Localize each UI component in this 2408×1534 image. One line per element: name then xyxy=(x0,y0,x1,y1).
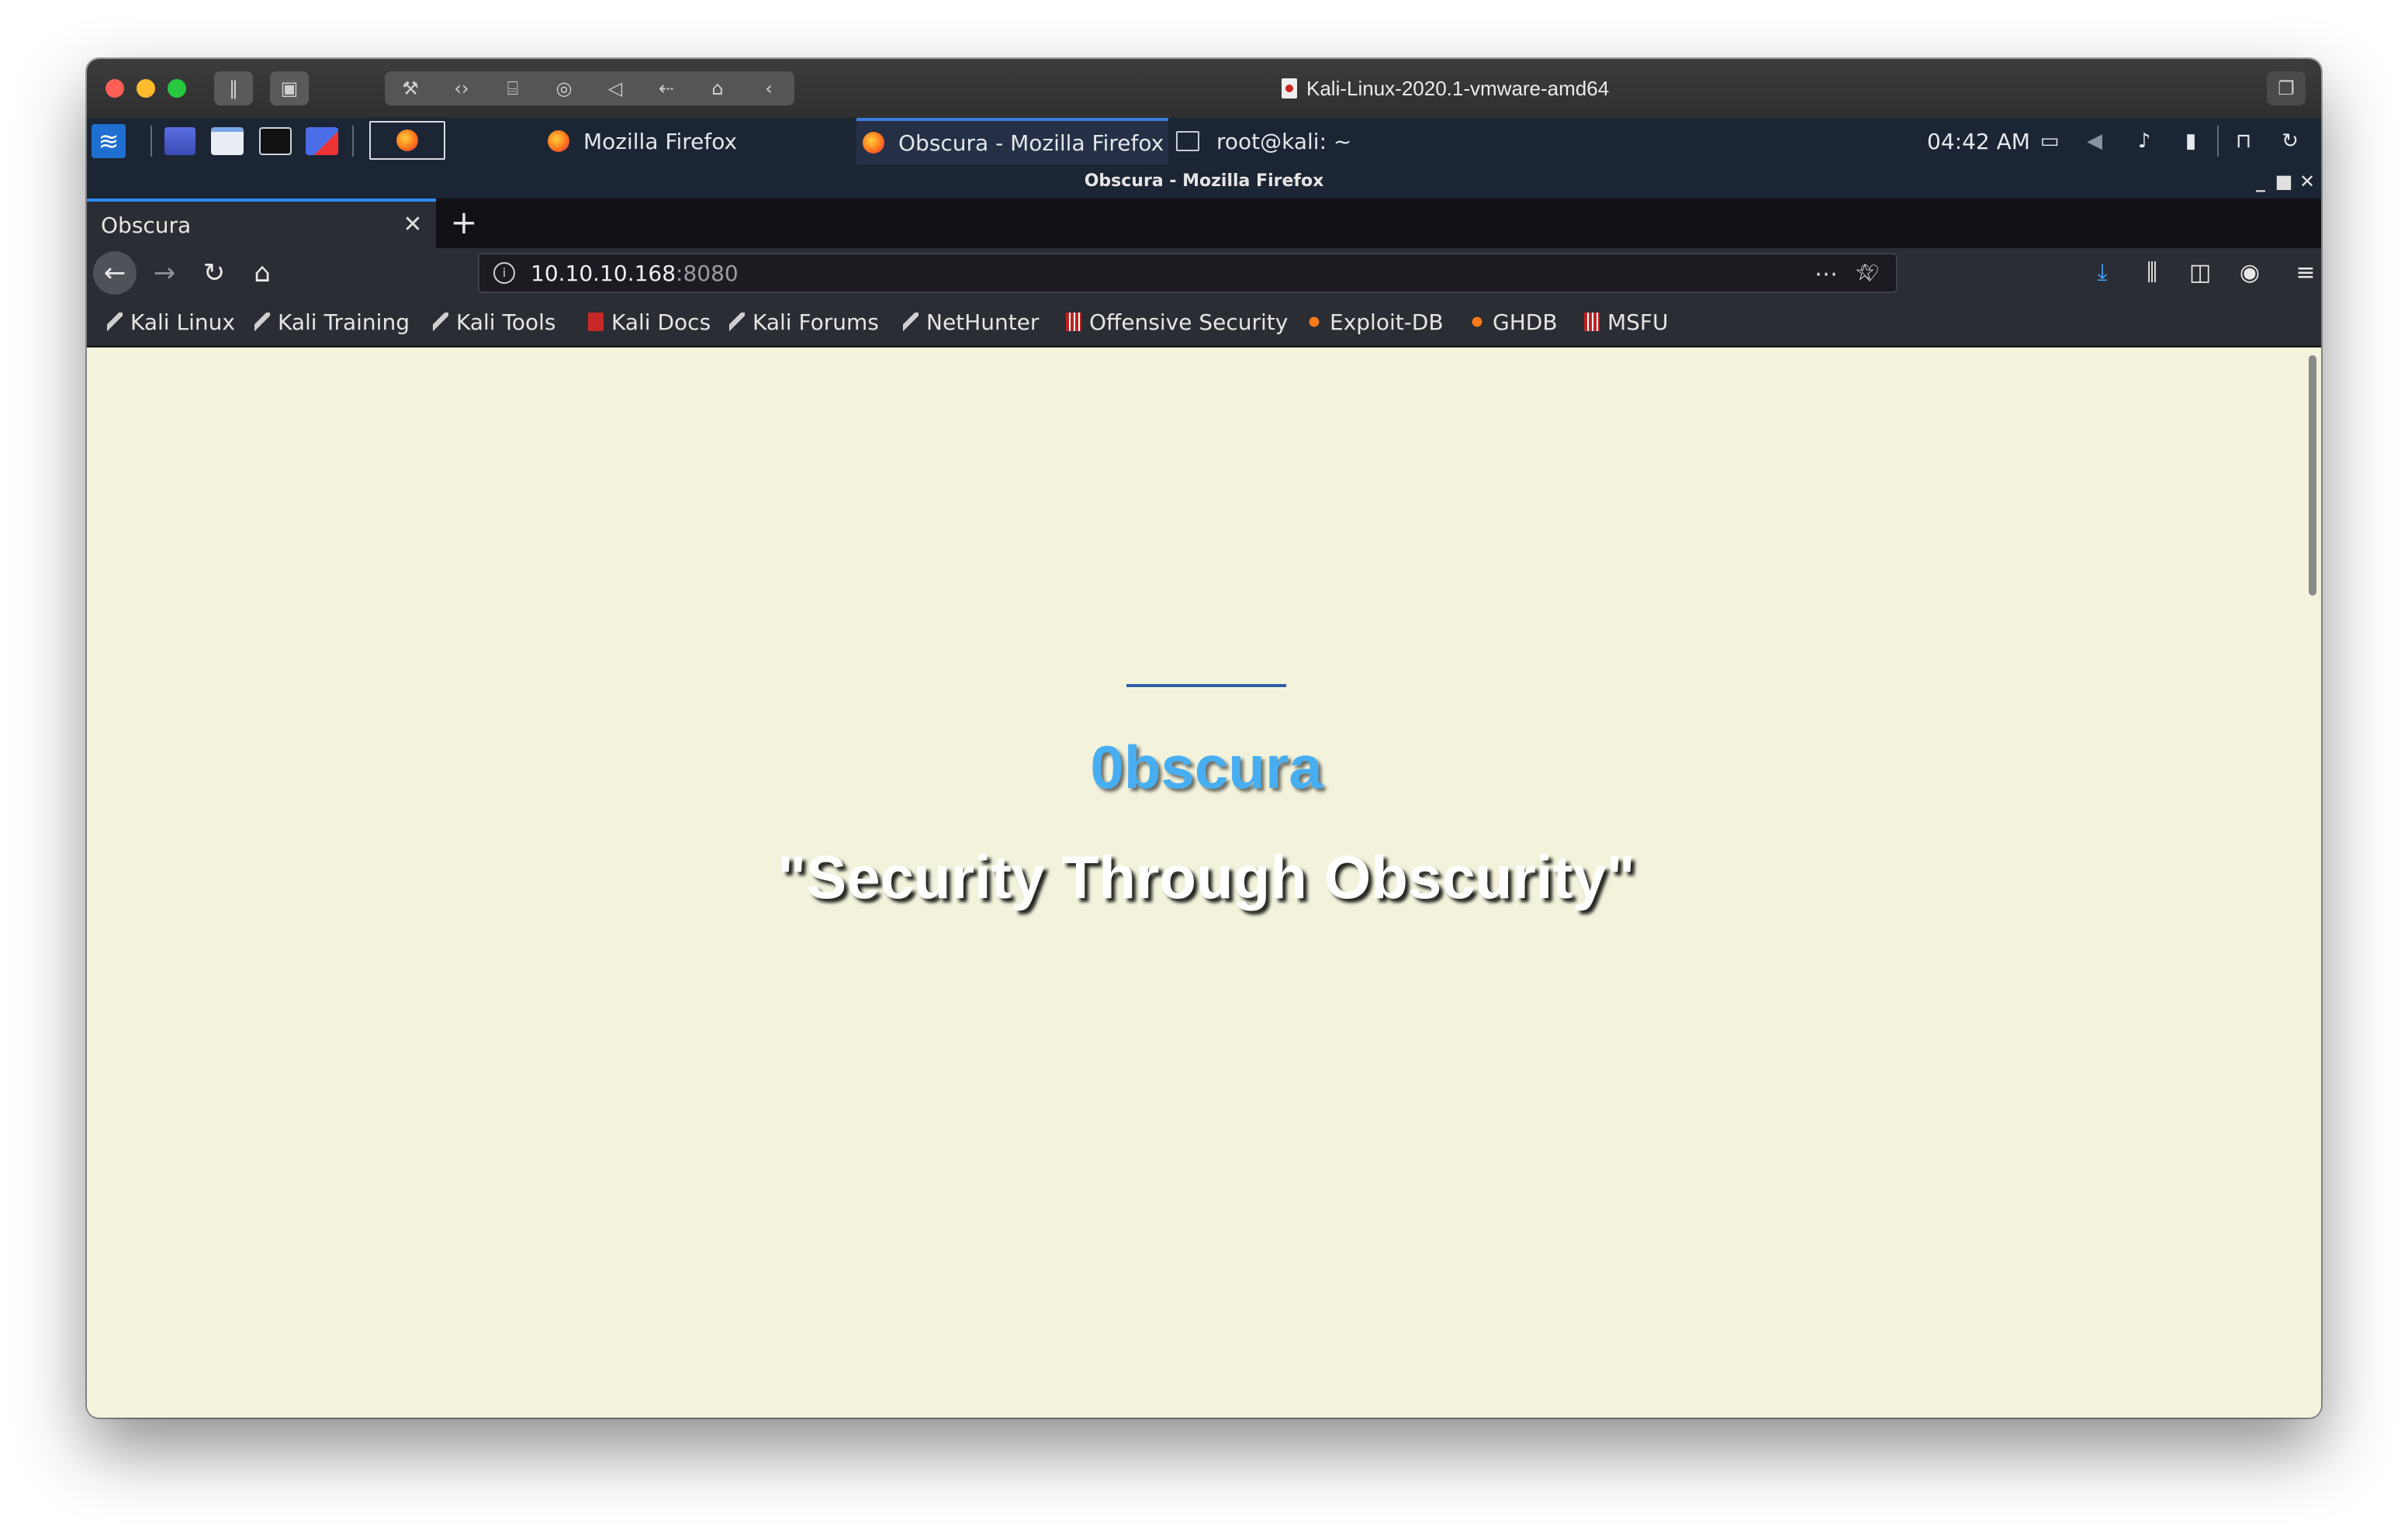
tab-obscura[interactable]: Obscura ✕ xyxy=(87,199,436,248)
nethunter-icon xyxy=(903,313,919,331)
home-button[interactable]: ⌂ xyxy=(244,254,281,292)
kali-dragon-icon xyxy=(729,313,745,331)
vm-titlebar: ‖ ▣ ⚒ ‹› ⌸ ◎ ◁ ⇠ ⌂ ‹ Kali-Linux-2020.1-v… xyxy=(87,59,2321,119)
hard-disk-icon[interactable]: ⌸ xyxy=(487,78,538,99)
bookmark-kali-linux[interactable]: Kali Linux xyxy=(107,298,235,346)
firefox-window-titlebar: Obscura - Mozilla Firefox _ ■ ✕ xyxy=(87,164,2321,199)
desktop-icon[interactable] xyxy=(164,127,195,155)
display-icon[interactable]: ▭ xyxy=(2037,129,2062,154)
firefox-icon xyxy=(548,130,569,152)
close-icon[interactable]: ✕ xyxy=(2293,168,2321,195)
ghdb-icon xyxy=(1469,313,1485,331)
volume-icon[interactable]: ◀ xyxy=(2082,129,2107,154)
snapshot-button[interactable]: ▣ xyxy=(270,71,309,105)
kali-docs-icon xyxy=(588,313,604,331)
library-icon[interactable]: ⫼ xyxy=(2133,254,2171,292)
url-port: :8080 xyxy=(676,260,739,286)
page-title: 0bscura xyxy=(1090,733,1323,801)
tab-close-icon[interactable]: ✕ xyxy=(397,209,428,240)
chevron-left-icon[interactable]: ‹ xyxy=(743,78,794,99)
lock-icon[interactable]: ⊓ xyxy=(2231,129,2256,154)
vm-document-icon xyxy=(1282,78,1297,98)
vm-device-toolbar: ⚒ ‹› ⌸ ◎ ◁ ⇠ ⌂ ‹ xyxy=(385,71,794,105)
bookmark-star-icon[interactable]: ☆ xyxy=(1846,254,1884,292)
bookmark-nethunter[interactable]: NetHunter xyxy=(903,298,1039,346)
kali-dragon-icon xyxy=(254,313,270,331)
page-tagline: "Security Through Obscurity" xyxy=(777,843,1635,911)
forward-button[interactable]: → xyxy=(146,254,183,292)
code-icon[interactable]: ‹› xyxy=(436,78,487,99)
bookmark-offensive-security[interactable]: Offensive Security xyxy=(1066,298,1288,346)
new-tab-button[interactable]: + xyxy=(445,205,483,242)
hamburger-menu-icon[interactable]: ≡ xyxy=(2287,254,2321,292)
camera-icon[interactable]: ◎ xyxy=(538,78,590,99)
firefox-icon xyxy=(863,132,884,154)
downloads-icon[interactable]: ⤓ xyxy=(2084,254,2121,292)
sidebar-icon[interactable]: ◫ xyxy=(2181,254,2219,292)
url-bar[interactable]: i 10.10.10.168 :8080 ⋯ ♡ xyxy=(478,253,1898,293)
reload-button[interactable]: ↻ xyxy=(195,254,233,292)
kali-dragon-icon xyxy=(107,313,123,331)
task-mozilla-firefox[interactable]: Mozilla Firefox xyxy=(545,118,847,164)
kali-dragon-icon xyxy=(433,313,448,331)
task-terminal[interactable]: root@kali: ~ xyxy=(1168,118,1486,164)
shared-folder-icon[interactable]: ⌂ xyxy=(692,78,743,99)
page-scrollbar[interactable] xyxy=(2304,347,2321,1418)
page-content: 0bscura "Security Through Obscurity" xyxy=(87,347,2321,1418)
terminal-icon xyxy=(1176,131,1199,151)
clock[interactable]: 04:42 AM xyxy=(1927,118,2030,164)
logout-icon[interactable]: ↻ xyxy=(2278,129,2302,154)
screen-recorder-icon[interactable] xyxy=(306,127,338,155)
tab-label: Obscura xyxy=(101,212,192,238)
firefox-icon xyxy=(396,130,418,151)
scrollbar-thumb[interactable] xyxy=(2309,355,2316,596)
bookmark-kali-tools[interactable]: Kali Tools xyxy=(433,298,555,346)
unity-view-button[interactable]: ❐ xyxy=(2267,71,2306,105)
suspend-button[interactable]: ‖ xyxy=(214,71,253,105)
bookmarks-toolbar: Kali Linux Kali Training Kali Tools Kali… xyxy=(87,298,2321,347)
account-icon[interactable]: ◉ xyxy=(2231,254,2268,292)
zoom-window-button[interactable] xyxy=(168,79,186,98)
usb-icon[interactable]: ⇠ xyxy=(641,78,692,99)
site-info-icon[interactable]: i xyxy=(493,262,515,284)
url-host: 10.10.10.168 xyxy=(531,260,676,286)
window-title: Obscura - Mozilla Firefox xyxy=(1084,171,1324,191)
close-window-button[interactable] xyxy=(106,79,124,98)
tab-strip: Obscura ✕ + xyxy=(87,199,2321,248)
exploitdb-icon xyxy=(1306,313,1322,331)
vm-title: Kali-Linux-2020.1-vmware-amd64 xyxy=(1282,73,1609,104)
offsec-icon xyxy=(1584,313,1600,331)
firefox-launcher[interactable] xyxy=(369,121,445,160)
back-button[interactable]: ← xyxy=(93,251,137,295)
minimize-window-button[interactable] xyxy=(137,79,155,98)
page-actions-icon[interactable]: ⋯ xyxy=(1811,261,1842,288)
settings-wrench-icon[interactable]: ⚒ xyxy=(385,78,436,99)
kali-taskbar: ≋ Mozilla Firefox Obscura - Mozilla Fire… xyxy=(87,118,2321,164)
nav-toolbar: ← → ↻ ⌂ i 10.10.10.168 :8080 ⋯ ♡ ☆ ⤓ ⫼ ◫… xyxy=(87,248,2321,298)
bookmark-ghdb[interactable]: GHDB xyxy=(1469,298,1558,346)
sound-icon[interactable]: ◁ xyxy=(590,78,641,99)
notification-bell-icon[interactable]: ♪ xyxy=(2132,129,2157,154)
bookmark-msfu[interactable]: MSFU xyxy=(1584,298,1669,346)
bookmark-kali-training[interactable]: Kali Training xyxy=(254,298,410,346)
offsec-icon xyxy=(1066,313,1081,331)
file-manager-icon[interactable] xyxy=(211,127,244,155)
bookmark-exploit-db[interactable]: Exploit-DB xyxy=(1306,298,1444,346)
bookmark-kali-forums[interactable]: Kali Forums xyxy=(729,298,879,346)
kali-menu-icon[interactable]: ≋ xyxy=(92,124,126,158)
accent-divider xyxy=(1126,684,1286,687)
task-obscura-firefox[interactable]: Obscura - Mozilla Firefox xyxy=(856,118,1168,164)
battery-icon[interactable]: ▮ xyxy=(2178,129,2203,154)
bookmark-kali-docs[interactable]: Kali Docs xyxy=(588,298,711,346)
vmware-window: ‖ ▣ ⚒ ‹› ⌸ ◎ ◁ ⇠ ⌂ ‹ Kali-Linux-2020.1-v… xyxy=(87,59,2321,1418)
terminal-launcher-icon[interactable] xyxy=(259,127,292,155)
